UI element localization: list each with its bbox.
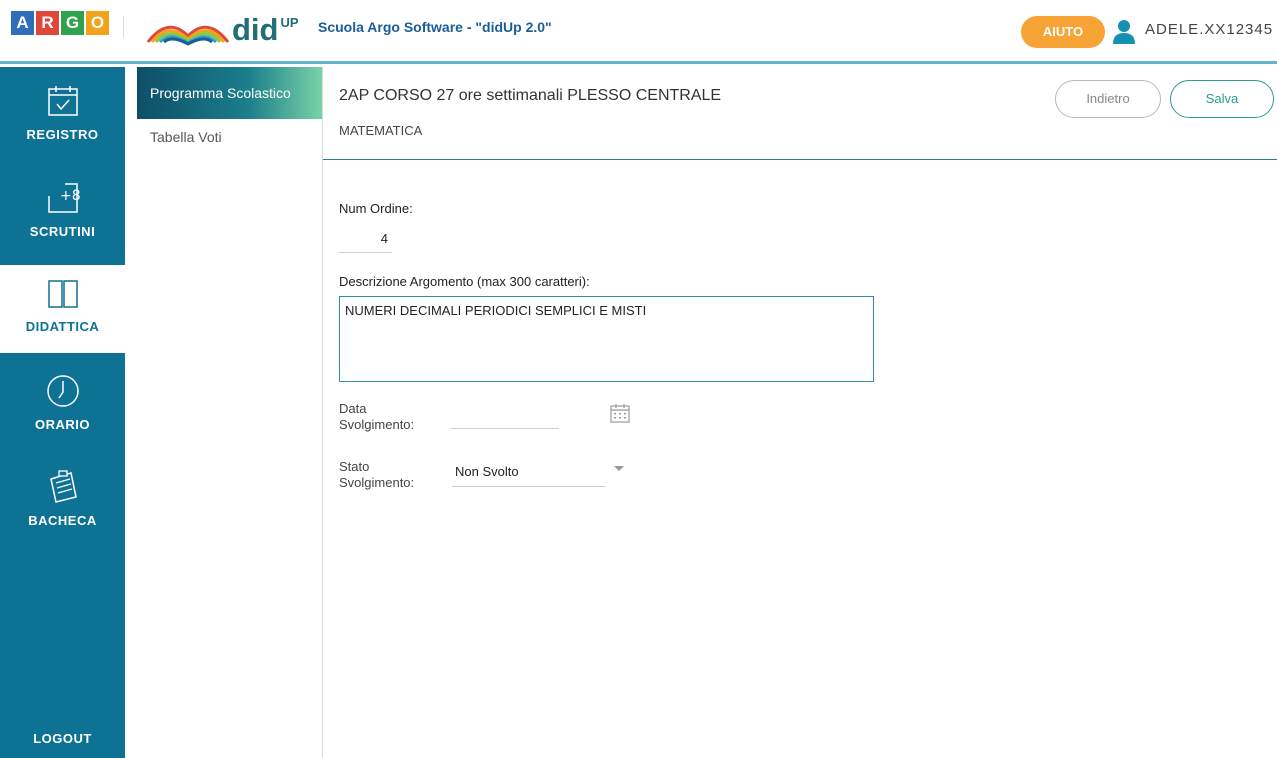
argo-logo: A R G O — [11, 11, 109, 35]
nav-orario[interactable]: ORARIO — [0, 363, 125, 451]
svg-text:+8: +8 — [60, 188, 81, 204]
help-button[interactable]: AIUTO — [1021, 16, 1105, 48]
num-order-label: Num Ordine: — [339, 201, 413, 216]
state-label-line2: Svolgimento: — [339, 475, 415, 490]
content-header: 2AP CORSO 27 ore settimanali PLESSO CENT… — [323, 67, 1277, 160]
calendar-check-icon — [47, 86, 78, 116]
main-sidebar: REGISTRO +8 SCRUTINI DIDATTICA ORARIO BA… — [0, 67, 125, 758]
state-label: Stato Svolgimento: — [339, 459, 414, 491]
nav-scrutini[interactable]: +8 SCRUTINI — [0, 170, 125, 258]
school-name: Scuola Argo Software - "didUp 2.0" — [318, 19, 552, 35]
submenu-tabella-voti[interactable]: Tabella Voti — [137, 119, 322, 157]
logout-button[interactable]: LOGOUT — [0, 731, 125, 746]
nav-label: ORARIO — [35, 417, 90, 432]
num-order-input[interactable]: 4 — [339, 225, 392, 253]
nav-label: DIDATTICA — [25, 319, 100, 334]
submenu-programma-scolastico[interactable]: Programma Scolastico — [137, 67, 322, 119]
grades-icon: +8 — [47, 183, 81, 213]
user-icon[interactable] — [1112, 19, 1136, 45]
book-icon — [47, 280, 78, 308]
date-input[interactable] — [451, 428, 559, 429]
calendar-icon[interactable] — [609, 402, 631, 424]
argo-letter-g: G — [61, 11, 84, 35]
sub-menu: Programma Scolastico Tabella Voti — [137, 67, 323, 758]
top-bar: A R G O did UP Scuola Argo Software - "di… — [0, 0, 1277, 64]
description-label: Descrizione Argomento (max 300 caratteri… — [339, 274, 590, 289]
subject-name: MATEMATICA — [339, 123, 423, 138]
nav-label: REGISTRO — [26, 127, 99, 142]
main-content: 2AP CORSO 27 ore settimanali PLESSO CENT… — [323, 67, 1277, 758]
nav-bacheca[interactable]: BACHECA — [0, 459, 125, 547]
back-button[interactable]: Indietro — [1055, 80, 1161, 118]
description-textarea[interactable]: NUMERI DECIMALI PERIODICI SEMPLICI E MIS… — [339, 296, 874, 382]
didup-sup: UP — [280, 15, 299, 30]
header-divider — [123, 16, 124, 38]
didup-name: did — [232, 12, 279, 47]
argo-letter-r: R — [36, 11, 59, 35]
date-label: Data Svolgimento: — [339, 401, 414, 433]
board-icon — [49, 470, 77, 503]
nav-registro[interactable]: REGISTRO — [0, 73, 125, 161]
class-title: 2AP CORSO 27 ore settimanali PLESSO CENT… — [339, 87, 722, 104]
save-button[interactable]: Salva — [1170, 80, 1274, 118]
state-select[interactable]: Non Svolto — [452, 461, 605, 487]
argo-letter-o: O — [86, 11, 109, 35]
didup-logo-icon — [146, 25, 230, 46]
date-label-line2: Svolgimento: — [339, 417, 415, 432]
argo-letter-a: A — [11, 11, 34, 35]
state-label-line1: Stato — [339, 459, 370, 474]
nav-label: BACHECA — [28, 513, 97, 528]
nav-didattica[interactable]: DIDATTICA — [0, 265, 125, 353]
user-name[interactable]: ADELE.XX12345 — [1145, 21, 1273, 38]
date-label-line1: Data — [339, 401, 367, 416]
didup-wordmark: did UP — [232, 12, 299, 48]
chevron-down-icon[interactable] — [614, 466, 624, 471]
nav-label: SCRUTINI — [29, 224, 96, 239]
clock-icon — [46, 375, 79, 407]
